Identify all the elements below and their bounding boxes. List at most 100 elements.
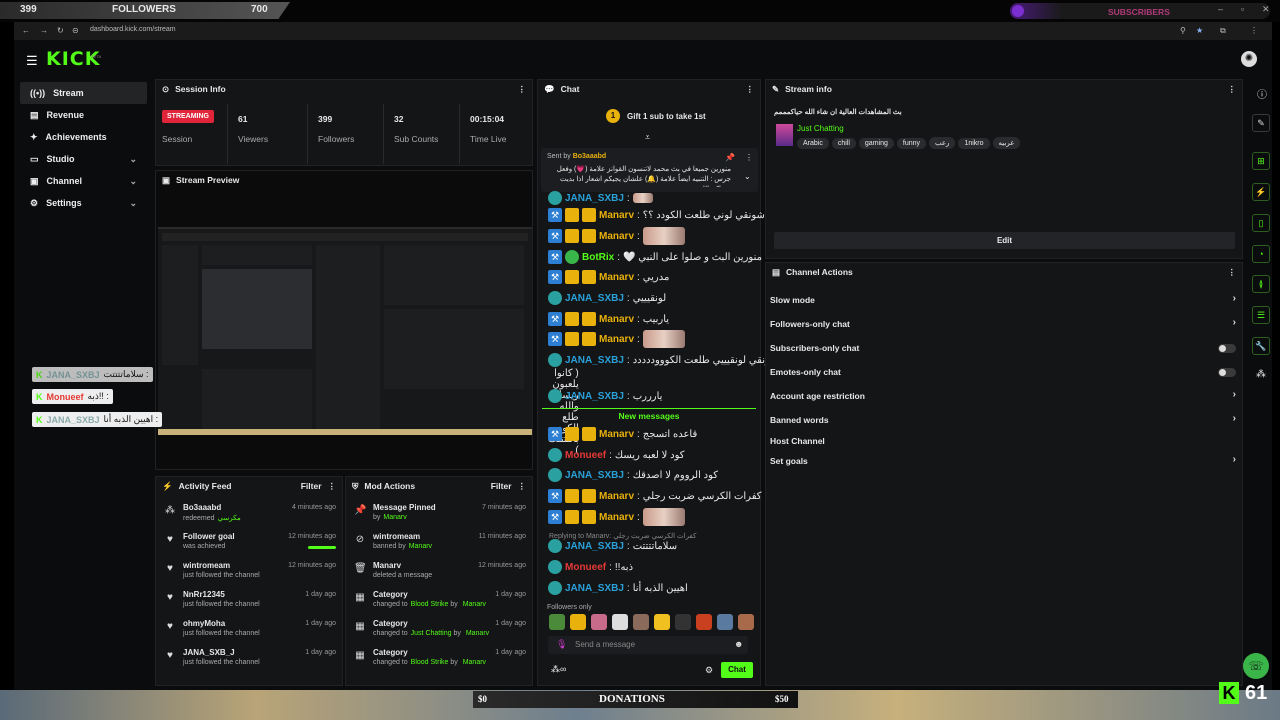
more-options-icon[interactable]: ⋮	[746, 84, 755, 95]
chat-message[interactable]: ⚒ Manarv:	[548, 330, 685, 348]
chat-message[interactable]: JANA_SXBJ: شونقي لونقيييي طلعت الكووودددد…	[548, 351, 779, 369]
chat-message[interactable]: ⚒ BotRix: منورين البث و صلوا على النبي 🤍	[548, 248, 762, 266]
microphone-icon[interactable]: 🎙	[556, 639, 567, 650]
emote-item[interactable]	[570, 614, 586, 630]
channel-action-slow-mode[interactable]: Slow mode ›	[770, 291, 1240, 309]
emote-item[interactable]	[696, 614, 712, 630]
activity-row[interactable]: ♥ JANA_SXB_J just followed the channel 1 da…	[156, 646, 342, 675]
chat-message[interactable]: JANA_SXBJ: اهيين الذبه أنا	[548, 579, 688, 597]
chat-username[interactable]: Manarv	[599, 210, 634, 221]
channel-action-followers-only-chat[interactable]: Followers-only chat ›	[770, 315, 1240, 333]
more-options-icon[interactable]: ⋮	[1228, 267, 1237, 278]
chat-message[interactable]: ⚒ Manarv: قاعده اتسجج	[548, 425, 697, 443]
emote-item[interactable]	[633, 614, 649, 630]
send-chat-button[interactable]: Chat	[721, 662, 753, 678]
server-icon[interactable]: ☰	[1252, 306, 1270, 324]
chat-username[interactable]: Manarv	[599, 334, 634, 345]
address-bar[interactable]: dashboard.kick.com/stream	[90, 26, 176, 33]
emote-item[interactable]	[717, 614, 733, 630]
emote-item[interactable]	[549, 614, 565, 630]
chat-settings-icon[interactable]: ⁂∞	[551, 664, 566, 675]
forward-icon[interactable]: →	[40, 26, 48, 35]
browser-menu-icon[interactable]: ⋮	[1250, 26, 1258, 35]
reload-icon[interactable]: ↻	[57, 26, 64, 35]
layout-icon[interactable]: ⊞	[1252, 152, 1270, 170]
activity-row[interactable]: ♥ ohmyMoha just followed the channel 1 day …	[156, 617, 342, 646]
chat-username[interactable]: JANA_SXBJ	[565, 470, 624, 481]
pin-icon[interactable]: 📌	[725, 153, 735, 162]
gift-sub-text[interactable]: Gift 1 sub to take 1st	[627, 112, 706, 121]
chat-username[interactable]: Manarv	[599, 429, 634, 440]
window-minimize-icon[interactable]: –	[1218, 4, 1223, 14]
sidebar-item-achievements[interactable]: ✦ Achievements	[20, 126, 147, 148]
document-icon[interactable]: ▯	[1252, 214, 1270, 232]
kick-logo[interactable]: KICK	[46, 48, 100, 70]
emote-item[interactable]	[738, 614, 754, 630]
window-maximize-icon[interactable]: ▫	[1241, 4, 1244, 14]
extensions-icon[interactable]: ⧉	[1220, 26, 1226, 36]
more-options-icon[interactable]: ⋮	[745, 153, 753, 162]
sidebar-item-channel[interactable]: ▣ Channel ⌄	[20, 170, 147, 192]
chat-message[interactable]: ⚒ Manarv:	[548, 227, 685, 245]
stream-tag[interactable]: Arabic	[797, 138, 829, 149]
emoji-icon[interactable]: ☻	[734, 639, 743, 649]
hamburger-menu-icon[interactable]: ☰	[26, 53, 38, 69]
chat-username[interactable]: Manarv	[599, 491, 634, 502]
wrench-icon[interactable]: 🔧	[1252, 337, 1270, 355]
chat-username[interactable]: Monueef	[565, 562, 606, 573]
edit-stream-info-button[interactable]: Edit	[774, 232, 1235, 249]
broadcast-icon[interactable]: ≬	[1252, 275, 1270, 293]
mod-action-row[interactable]: ▦ Category changed to Blood Strike by Manar…	[346, 646, 532, 675]
chat-message[interactable]: ⚒ Manarv: كفرات الكرسي ضربت رجلي	[548, 487, 762, 505]
sidebar-item-revenue[interactable]: ▤ Revenue	[20, 104, 147, 126]
stream-tag[interactable]: funny	[896, 138, 926, 149]
toggle-switch[interactable]	[1218, 368, 1236, 377]
chat-message[interactable]: JANA_SXBJ: يارررب	[548, 387, 662, 405]
help-icon[interactable]: ☏	[1243, 653, 1269, 679]
chat-message[interactable]: ⚒ Manarv:	[548, 508, 685, 526]
mod-action-row[interactable]: 🗑 Manarv deleted a message 12 minutes ago	[346, 559, 532, 588]
stream-tag[interactable]: gaming	[858, 138, 894, 149]
chat-message[interactable]: ⚒ Manarv: يقول شونقي لوني طلعت الكودد ؟؟	[548, 206, 788, 224]
stream-tag[interactable]: عربيه	[992, 137, 1021, 149]
bookmark-star-icon[interactable]: ★	[1196, 26, 1203, 35]
chat-bubble-icon[interactable]: ◔	[1252, 245, 1270, 263]
sidebar-item-studio[interactable]: ▭ Studio ⌄	[20, 148, 147, 170]
mod-filter-button[interactable]: Filter	[491, 481, 512, 491]
chat-input[interactable]: 🎙 Send a message ☻	[548, 636, 748, 654]
activity-row[interactable]: ♥ wintromeam just followed the channel 12 m…	[156, 559, 342, 588]
emote-item[interactable]	[591, 614, 607, 630]
bolt-icon[interactable]: ⚡	[1252, 183, 1270, 201]
emote-item[interactable]	[654, 614, 670, 630]
chat-message[interactable]: Monueef: ذبه!!	[548, 558, 633, 576]
user-avatar[interactable]: ✺	[1241, 51, 1257, 67]
zoom-icon[interactable]: ⚲	[1180, 26, 1186, 35]
channel-action-account-age-restriction[interactable]: Account age restriction ›	[770, 387, 1240, 405]
emote-item[interactable]	[675, 614, 691, 630]
channel-action-subscribers-only-chat[interactable]: Subscribers-only chat	[770, 339, 1240, 357]
sidebar-item-settings[interactable]: ⚙ Settings ⌄	[20, 192, 147, 214]
back-icon[interactable]: ←	[22, 26, 30, 35]
chat-username[interactable]: Monueef	[565, 450, 606, 461]
stream-tag[interactable]: 1nikro	[958, 138, 990, 149]
channel-action-emotes-only-chat[interactable]: Emotes-only chat	[770, 363, 1240, 381]
activity-row[interactable]: ♥ Follower goal was achieved 12 minutes ago	[156, 530, 342, 559]
apps-icon[interactable]: ⁂	[1256, 369, 1266, 380]
chat-username[interactable]: JANA_SXBJ	[565, 583, 624, 594]
category-name[interactable]: Just Chatting	[797, 124, 844, 133]
chat-username[interactable]: Manarv	[599, 231, 634, 242]
chat-username[interactable]: BotRix	[582, 252, 614, 263]
edit-icon[interactable]: ✎	[1252, 114, 1270, 132]
channel-action-banned-words[interactable]: Banned words ›	[770, 411, 1240, 429]
chevron-down-icon[interactable]: ⩡	[645, 132, 650, 143]
mod-action-row[interactable]: ▦ Category changed to Blood Strike by Manar…	[346, 588, 532, 617]
info-icon[interactable]: ⓘ	[1257, 86, 1267, 101]
gear-icon[interactable]: ⚙	[705, 665, 713, 676]
activity-filter-button[interactable]: Filter	[301, 481, 322, 491]
more-options-icon[interactable]: ⋮	[328, 481, 337, 492]
stream-preview-video[interactable]	[158, 227, 532, 435]
window-close-icon[interactable]: ✕	[1262, 4, 1270, 15]
mod-action-row[interactable]: ⊘ wintromeam banned by Manarv 11 minutes ago	[346, 530, 532, 559]
chat-message[interactable]: JANA_SXBJ: لونقيييي	[548, 289, 666, 307]
toggle-switch[interactable]	[1218, 344, 1236, 353]
